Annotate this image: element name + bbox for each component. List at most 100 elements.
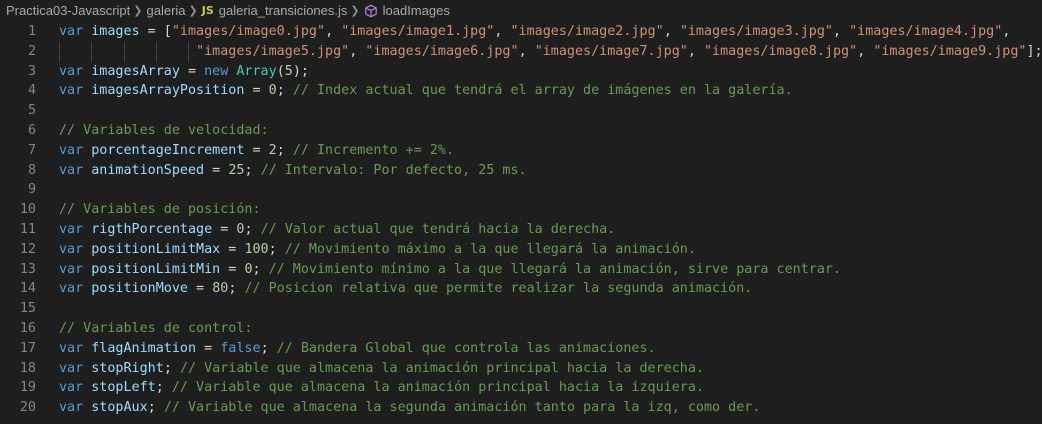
breadcrumb-subfolder[interactable]: galeria: [147, 0, 186, 22]
line-number: 8: [27, 162, 36, 178]
code-token: 0: [244, 261, 253, 277]
code-token: animationSpeed: [91, 162, 205, 178]
code-token: false: [220, 340, 261, 356]
code-text[interactable]: var images = ["images/image0.jpg", "imag…: [36, 22, 1010, 42]
code-text[interactable]: var stopRight; // Variable que almacena …: [36, 359, 704, 379]
code-line[interactable]: 17 var flagAnimation = false; // Bandera …: [0, 339, 1042, 359]
chevron-right-icon: ❯: [350, 5, 360, 17]
line-number: 18: [19, 360, 36, 376]
code-token: var: [59, 162, 92, 178]
line-number: 2: [27, 43, 36, 59]
breadcrumb-symbol[interactable]: loadImages: [383, 0, 450, 22]
code-line[interactable]: 10 // Variables de posición:: [0, 200, 1042, 220]
code-token: ;: [147, 400, 164, 416]
code-line[interactable]: 5: [0, 101, 1042, 121]
code-token: new: [204, 63, 237, 79]
indent-guide: [91, 41, 93, 62]
code-text[interactable]: var positionLimitMin = 0; // Movimiento …: [36, 260, 841, 280]
code-token: "images/image9.jpg": [873, 43, 1027, 59]
code-line[interactable]: 14 var positionMove = 80; // Posicion rel…: [0, 279, 1042, 299]
code-text[interactable]: var imagesArray = new Array(5);: [36, 62, 309, 82]
code-text[interactable]: "images/image5.jpg", "images/image6.jpg"…: [36, 41, 1042, 62]
code-token: var: [59, 221, 92, 237]
code-token: =: [188, 281, 213, 297]
line-number: 20: [19, 400, 36, 416]
code-line[interactable]: 7 var porcentageIncrement = 2; // Increme…: [0, 141, 1042, 161]
code-token: ];: [1026, 43, 1042, 59]
code-token: // Movimiento mínimo a la que llegará la…: [268, 261, 842, 277]
code-text[interactable]: var positionMove = 80; // Posicion relat…: [36, 279, 752, 299]
code-token: =: [220, 241, 245, 257]
code-line[interactable]: 4 var imagesArrayPosition = 0; // Index a…: [0, 81, 1042, 101]
code-token: // Variable que almacena la segunda anim…: [163, 400, 761, 416]
code-token: );: [292, 63, 309, 79]
code-line[interactable]: 3 var imagesArray = new Array(5);: [0, 62, 1042, 82]
code-line[interactable]: 12 var positionLimitMax = 100; // Movimie…: [0, 240, 1042, 260]
code-token: var: [59, 400, 92, 416]
code-token: // Variables de control:: [59, 320, 253, 336]
code-text[interactable]: var porcentageIncrement = 2; // Incremen…: [36, 141, 454, 161]
line-number: 3: [27, 63, 36, 79]
code-text[interactable]: // Variables de control:: [36, 319, 252, 339]
code-line[interactable]: 2 "images/image5.jpg", "images/image6.jp…: [0, 41, 1042, 62]
code-token: ,: [494, 24, 511, 39]
code-line[interactable]: 18 var stopRight; // Variable que almacen…: [0, 359, 1042, 379]
code-token: ;: [155, 380, 172, 396]
code-line[interactable]: 20 var stopAux; // Variable que almacena …: [0, 398, 1042, 418]
code-token: stopRight: [91, 360, 164, 376]
code-line[interactable]: 6 // Variables de velocidad:: [0, 121, 1042, 141]
code-text[interactable]: var stopAux; // Variable que almacena la…: [36, 398, 760, 418]
code-text[interactable]: var imagesArrayPosition = 0; // Index ac…: [36, 81, 793, 101]
code-token: ,: [663, 24, 680, 39]
line-number: 5: [27, 103, 36, 119]
code-text[interactable]: [36, 180, 59, 200]
line-number: 14: [19, 281, 36, 297]
code-text[interactable]: // Variables de velocidad:: [36, 121, 269, 141]
code-token: ;: [268, 241, 285, 257]
code-token: var: [59, 360, 92, 376]
code-token: ,: [1002, 24, 1011, 39]
chevron-right-icon: ❯: [188, 5, 198, 17]
code-line[interactable]: 8 var animationSpeed = 25; // Intervalo: …: [0, 161, 1042, 181]
code-text[interactable]: [36, 101, 59, 121]
code-token: // Posicion relativa que permite realiza…: [244, 281, 753, 297]
code-line[interactable]: 9: [0, 180, 1042, 200]
code-token: var: [59, 142, 92, 158]
code-text[interactable]: var animationSpeed = 25; // Intervalo: P…: [36, 161, 527, 181]
code-token: var: [59, 380, 92, 396]
code-token: (: [276, 63, 285, 79]
code-token: ;: [276, 142, 293, 158]
code-line[interactable]: 15: [0, 299, 1042, 319]
code-token: 100: [244, 241, 269, 257]
code-token: // Variables de posición:: [59, 202, 261, 218]
code-line[interactable]: 1 var images = ["images/image0.jpg", "ima…: [0, 22, 1042, 42]
code-text[interactable]: var stopLeft; // Variable que almacena l…: [36, 378, 704, 398]
code-token: var: [59, 24, 92, 39]
code-line[interactable]: 16 // Variables de control:: [0, 319, 1042, 339]
breadcrumb-folder[interactable]: Practica03-Javascript: [6, 0, 130, 22]
code-text[interactable]: // Variables de posición:: [36, 200, 261, 220]
code-token: var: [59, 241, 92, 257]
code-line[interactable]: 11 var rigthPorcentage = 0; // Valor actu…: [0, 220, 1042, 240]
code-text[interactable]: var positionLimitMax = 100; // Movimient…: [36, 240, 696, 260]
code-line[interactable]: 19 var stopLeft; // Variable que almacena…: [0, 378, 1042, 398]
code-token: imagesArrayPosition: [91, 83, 245, 99]
code-token: ,: [857, 43, 874, 59]
code-token: ;: [276, 83, 293, 99]
line-number: 6: [27, 122, 36, 138]
code-text[interactable]: [36, 299, 59, 319]
code-line[interactable]: 13 var positionLimitMin = 0; // Movimient…: [0, 260, 1042, 280]
code-token: var: [59, 281, 92, 297]
code-token: = [: [139, 24, 172, 39]
indent-guide: [123, 41, 125, 62]
code-token: ;: [260, 340, 277, 356]
code-token: var: [59, 63, 92, 79]
code-text[interactable]: var flagAnimation = false; // Bandera Gl…: [36, 339, 656, 359]
code-token: ,: [349, 43, 366, 59]
code-text[interactable]: var rigthPorcentage = 0; // Valor actual…: [36, 220, 615, 240]
code-token: var: [59, 340, 92, 356]
code-editor[interactable]: 1 var images = ["images/image0.jpg", "ima…: [0, 22, 1042, 418]
breadcrumb-file[interactable]: galeria_transiciones.js: [219, 0, 348, 22]
line-number: 10: [19, 202, 36, 218]
chevron-right-icon: ❯: [133, 5, 143, 17]
